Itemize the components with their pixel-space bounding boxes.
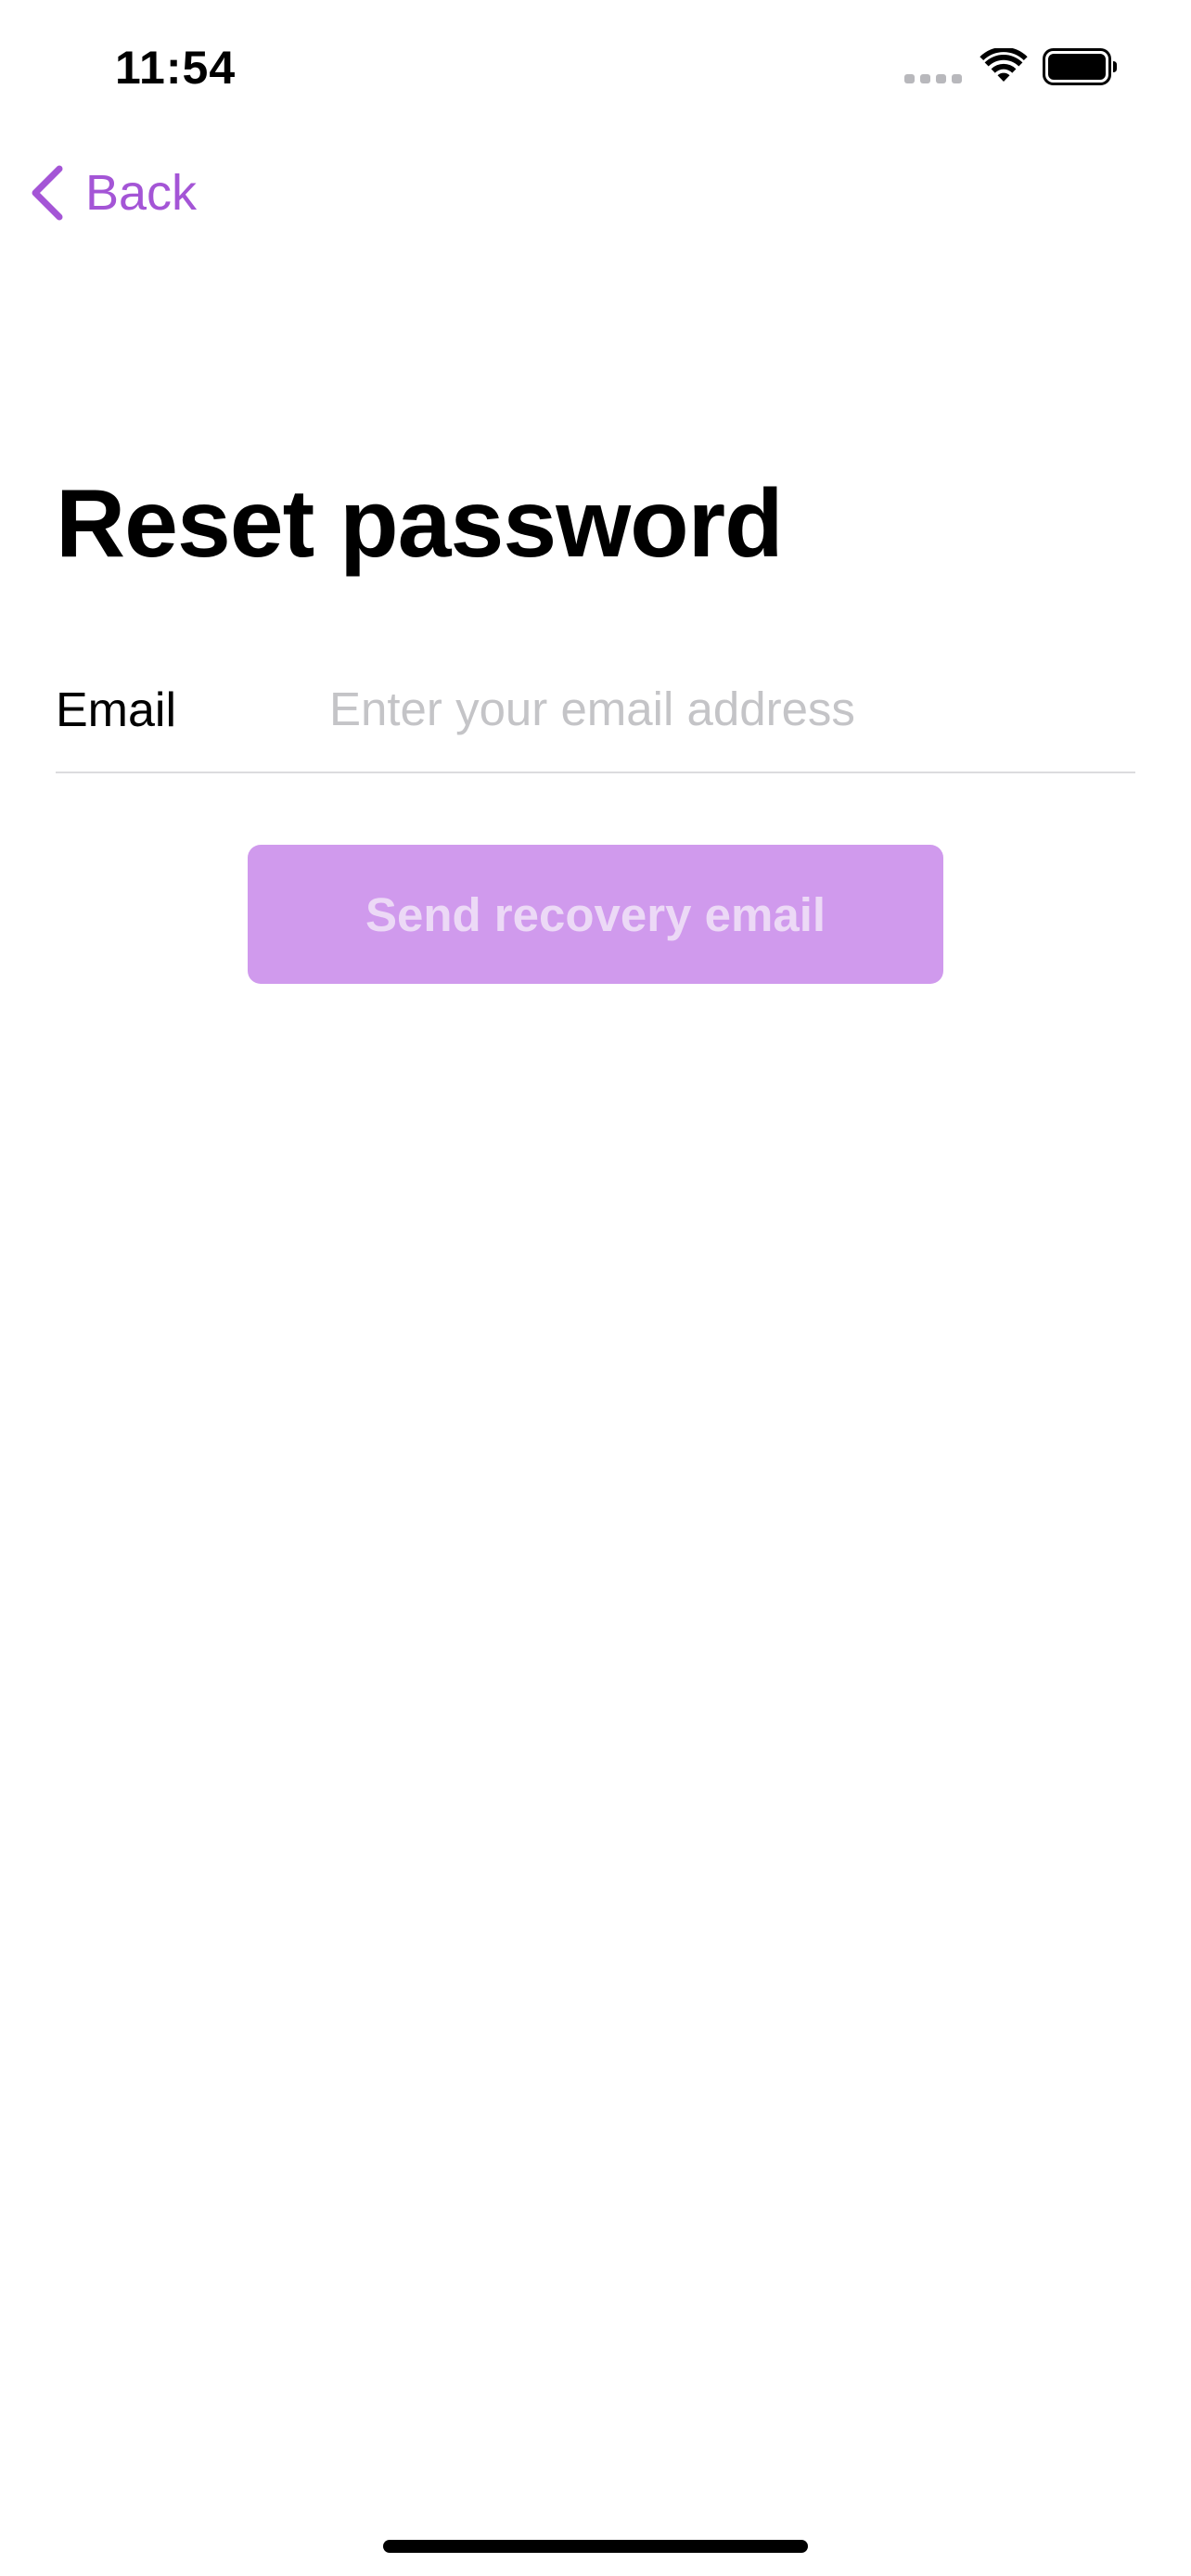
email-label: Email [56,683,177,737]
status-time: 11:54 [115,42,237,94]
home-indicator[interactable] [383,2540,808,2553]
send-recovery-email-button[interactable]: Send recovery email [248,845,943,984]
email-row: Email [56,668,1135,773]
status-bar: 11:54 [0,0,1191,139]
chevron-left-icon [32,165,63,221]
battery-icon [1043,48,1117,85]
page-title: Reset password [56,470,784,578]
back-label: Back [85,165,198,221]
wifi-icon [980,48,1028,82]
email-field[interactable] [327,671,1127,746]
cell-signal-icon [904,74,962,83]
back-button[interactable]: Back [28,159,197,226]
